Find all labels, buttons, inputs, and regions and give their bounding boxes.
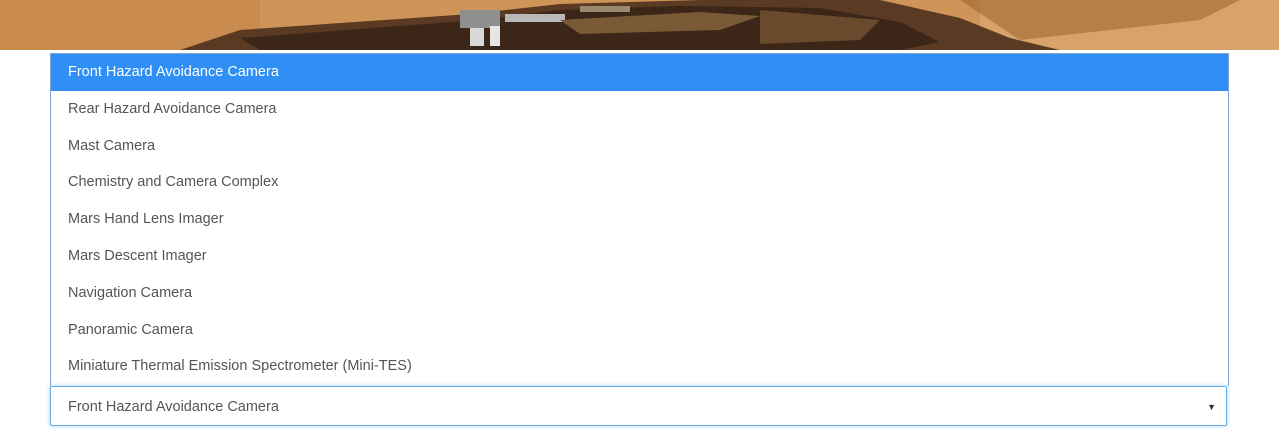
camera-option[interactable]: Rear Hazard Avoidance Camera — [51, 91, 1228, 128]
mars-rover-banner-image — [0, 0, 1279, 50]
camera-select[interactable]: Front Hazard Avoidance Camera ▼ — [50, 386, 1227, 426]
camera-option[interactable]: Mars Descent Imager — [51, 238, 1228, 275]
camera-option[interactable]: Miniature Thermal Emission Spectrometer … — [51, 348, 1228, 385]
camera-option[interactable]: Mast Camera — [51, 128, 1228, 165]
camera-select-value: Front Hazard Avoidance Camera — [68, 399, 279, 415]
camera-option[interactable]: Navigation Camera — [51, 275, 1228, 312]
camera-options-list[interactable]: Front Hazard Avoidance Camera Rear Hazard… — [50, 53, 1229, 386]
camera-option[interactable]: Mars Hand Lens Imager — [51, 201, 1228, 238]
rover-illustration — [0, 0, 1279, 50]
camera-option[interactable]: Front Hazard Avoidance Camera — [51, 54, 1228, 91]
caret-down-icon: ▼ — [1207, 402, 1216, 412]
camera-option[interactable]: Chemistry and Camera Complex — [51, 164, 1228, 201]
camera-option[interactable]: Panoramic Camera — [51, 312, 1228, 349]
page: Front Hazard Avoidance Camera Rear Hazard… — [0, 0, 1279, 448]
